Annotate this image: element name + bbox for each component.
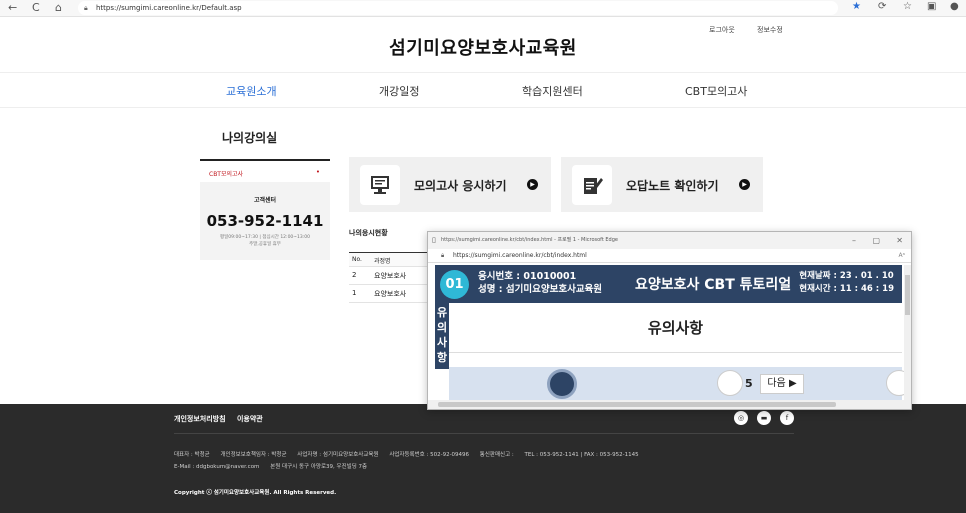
footer: 개인정보처리방침 이용약관 ◎ ▬ f 대표자 : 박청균 개인정보보호책임자 … (0, 404, 966, 513)
notice-title: 유의사항 (449, 303, 902, 353)
lock-icon: 🔒︎ (441, 252, 445, 259)
examinee-info: 응시번호 : 01010001 성명 : 섬기미요양보호사교육원 (478, 271, 603, 295)
favorite-star-icon[interactable]: ★ (852, 1, 861, 12)
nav-cbt-exam[interactable]: CBT모의고사 (685, 83, 747, 99)
extensions-icon[interactable]: ⟳ (878, 1, 886, 12)
monitor-icon (360, 165, 400, 205)
cbt-popup-window: ▯ https://sumgimi.careonline.kr/cbt/inde… (427, 231, 912, 410)
company-info: 대표자 : 박청균 개인정보보호책임자 : 박청균 사업자명 : 섬기미요양보호… (174, 452, 639, 458)
page-icon: ▯ (432, 236, 436, 244)
collections-icon[interactable]: ▣ (927, 1, 936, 12)
contact-info: E-Mail : ddgbokum@naver.com 본원 대구시 동구 아양… (174, 464, 368, 470)
read-aloud-icon[interactable]: Aᵃ (899, 249, 905, 263)
notice-side-label: 유의사항 (435, 303, 449, 369)
lock-icon: 🔒︎ (84, 4, 88, 12)
exam-history-table: No. 과정명 2 요양보호사 1 요양보호사 (349, 252, 429, 303)
arrow-right-icon: ▶ (739, 179, 750, 190)
wrong-answer-note-button[interactable]: 오답노트 확인하기 ▶ (561, 157, 763, 212)
next-button[interactable]: 다음 ▶ (760, 374, 804, 394)
cbt-title: 요양보호사 CBT 튜토리얼 (635, 277, 792, 293)
facebook-icon[interactable]: f (780, 411, 794, 425)
minimize-icon[interactable]: – (852, 232, 856, 249)
cs-hours: 평일09:00~17:30 | 점심시간 12:00~13:00 주말,공휴일 … (219, 235, 311, 247)
close-icon[interactable]: ✕ (896, 232, 903, 249)
address-bar-url: https://sumgimi.careonline.kr/Default.as… (96, 4, 242, 12)
copyright: Copyright ⓒ 섬기미요양보호사교육원. All Rights Rese… (174, 490, 337, 496)
cs-phone: 053-952-1141 (206, 212, 324, 230)
current-datetime: 현재날짜 : 23 . 01 . 10 현재시간 : 11 : 46 : 19 (799, 271, 894, 294)
vertical-scrollbar[interactable] (904, 265, 911, 400)
popup-address-bar[interactable]: 🔒︎ https://sumgimi.careonline.kr/cbt/ind… (428, 249, 911, 263)
table-row[interactable]: 2 요양보호사 (349, 267, 429, 285)
terms-link[interactable]: 이용약관 (237, 415, 263, 423)
main-nav: 교육원소개 개강일정 학습지원센터 CBT모의고사 (0, 72, 966, 108)
customer-service-box: 고객센터 053-952-1141 평일09:00~17:30 | 점심시간 1… (200, 182, 330, 260)
site-title[interactable]: 섬기미요양보호사교육원 (0, 34, 966, 60)
table-row[interactable]: 1 요양보호사 (349, 285, 429, 303)
nav-schedule[interactable]: 개강일정 (379, 83, 419, 99)
home-icon[interactable]: ⌂ (55, 1, 62, 14)
chat-icon[interactable]: ▬ (757, 411, 771, 425)
table-header: No. 과정명 (349, 253, 429, 267)
sidebar-item-cbt[interactable]: CBT모의고사 • (200, 159, 330, 182)
footer-divider (174, 433, 794, 434)
take-mock-exam-button[interactable]: 모의고사 응시하기 ▶ (349, 157, 551, 212)
cs-title: 고객센터 (253, 197, 277, 204)
cbt-header: 01 응시번호 : 01010001 성명 : 섬기미요양보호사교육원 요양보호… (435, 265, 902, 303)
progress-dot (717, 370, 743, 396)
maximize-icon[interactable]: ▢ (872, 232, 880, 249)
profile-icon[interactable]: ● (950, 1, 959, 12)
note-edit-icon (572, 165, 612, 205)
sidebar-item-label: CBT모의고사 (209, 171, 244, 178)
browser-toolbar: ← C ⌂ 🔒︎ https://sumgimi.careonline.kr/D… (0, 0, 966, 17)
horizontal-scrollbar[interactable] (428, 400, 911, 409)
popup-title-bar[interactable]: ▯ https://sumgimi.careonline.kr/cbt/inde… (428, 232, 911, 249)
back-icon[interactable]: ← (8, 1, 17, 14)
scrollbar-thumb[interactable] (905, 275, 910, 315)
reload-icon[interactable]: C (32, 1, 40, 14)
progress-dot-active (547, 369, 577, 399)
nav-about[interactable]: 교육원소개 (226, 83, 277, 99)
take-mock-exam-label: 모의고사 응시하기 (414, 179, 507, 193)
cbt-navigation: 5 다음 ▶ (449, 367, 911, 400)
wrong-answer-note-label: 오답노트 확인하기 (626, 179, 719, 193)
nav-learning-center[interactable]: 학습지원센터 (522, 83, 583, 99)
arrow-right-icon: ▶ (527, 179, 538, 190)
address-bar[interactable]: 🔒︎ https://sumgimi.careonline.kr/Default… (78, 1, 838, 15)
scrollbar-thumb[interactable] (438, 402, 836, 407)
favorites-icon[interactable]: ☆ (903, 1, 912, 12)
footer-links: 개인정보처리방침 이용약관 (174, 414, 272, 424)
page-title: 나의강의실 (222, 131, 278, 145)
page-number: 5 (745, 377, 753, 390)
exam-history-title: 나의응시현황 (349, 229, 388, 237)
active-dot-icon: • (315, 168, 320, 176)
instagram-icon[interactable]: ◎ (734, 411, 748, 425)
step-badge: 01 (440, 270, 469, 299)
privacy-policy-link[interactable]: 개인정보처리방침 (174, 415, 226, 423)
